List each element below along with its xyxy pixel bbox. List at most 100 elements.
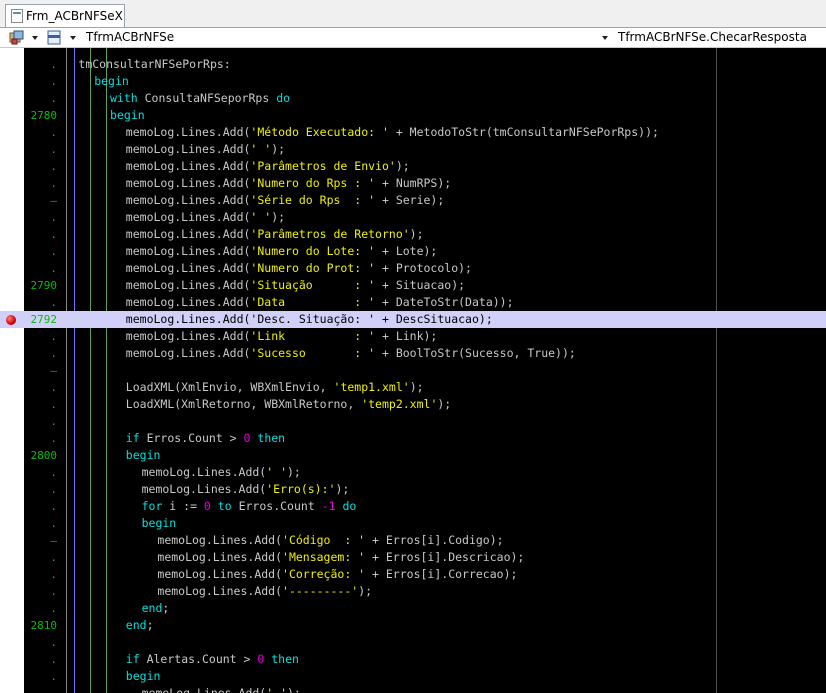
code-line[interactable]: . with ConsultaNFSeporRps do (0, 90, 826, 107)
code-text: begin (126, 447, 161, 464)
code-token: ); (287, 686, 301, 693)
code-token: 'Data : ' (250, 295, 376, 309)
code-token: do (342, 499, 357, 513)
code-token: ); (271, 210, 286, 224)
code-line[interactable]: . LoadXML(XmlRetorno, WBXmlRetorno, 'temp… (0, 396, 826, 413)
code-line[interactable]: . memoLog.Lines.Add('Numero do Prot: ' + … (0, 260, 826, 277)
line-number: – (50, 364, 57, 377)
line-number: . (50, 483, 57, 496)
code-token: memoLog.Lines.Add( (157, 533, 283, 547)
code-token: ); (287, 465, 301, 479)
method-selector[interactable]: TfrmACBrNFSe.ChecarResposta (618, 30, 807, 44)
code-line[interactable]: . memoLog.Lines.Add(' '); (0, 209, 826, 226)
code-line[interactable]: . memoLog.Lines.Add(' '); (0, 685, 826, 693)
code-line[interactable]: . memoLog.Lines.Add('Numero do Rps : ' + … (0, 175, 826, 192)
code-token: 'temp1.xml' (333, 380, 410, 394)
code-token: 'Numero do Rps : ' (250, 176, 376, 190)
code-token: ); (437, 397, 452, 411)
code-token: memoLog.Lines.Add( (125, 312, 251, 326)
code-token: -1 (321, 499, 336, 513)
code-line[interactable]: . begin (0, 668, 826, 685)
code-token: ' ' (250, 210, 272, 224)
code-token: ); (409, 380, 424, 394)
code-text: memoLog.Lines.Add('Erro(s):'); (142, 481, 350, 498)
code-line[interactable]: . (0, 634, 826, 651)
code-line[interactable]: . if Erros.Count > 0 then (0, 430, 826, 447)
code-line[interactable]: 2800 begin (0, 447, 826, 464)
code-line[interactable]: . if Alertas.Count > 0 then (0, 651, 826, 668)
code-token: + Protocolo); (375, 261, 472, 275)
line-number: . (50, 636, 57, 649)
code-line[interactable]: 2810 end; (0, 617, 826, 634)
code-token: memoLog.Lines.Add( (157, 567, 283, 581)
line-number: . (50, 245, 57, 258)
code-line[interactable]: . memoLog.Lines.Add('Sucesso : ' + BoolTo… (0, 345, 826, 362)
line-number: . (50, 211, 57, 224)
code-text: begin (142, 515, 177, 532)
breakpoint-icon[interactable] (6, 315, 16, 325)
code-line[interactable]: . memoLog.Lines.Add(' '); (0, 464, 826, 481)
code-token: memoLog.Lines.Add( (141, 686, 267, 693)
chevron-down-icon[interactable] (70, 36, 76, 40)
code-token: ; (146, 618, 154, 632)
code-token: memoLog.Lines.Add( (125, 278, 251, 292)
line-number: . (50, 432, 57, 445)
code-line[interactable]: . memoLog.Lines.Add('Método Executado: ' … (0, 124, 826, 141)
component-palette-icon[interactable] (9, 30, 25, 45)
code-line[interactable]: . memoLog.Lines.Add('Mensagem: ' + Erros[… (0, 549, 826, 566)
line-number: – (50, 194, 57, 207)
tab-frm-acbrnfsex[interactable]: Frm_ACBrNFSeX (5, 4, 125, 27)
code-line[interactable]: . memoLog.Lines.Add('Parâmetros de Retorn… (0, 226, 826, 243)
code-line[interactable]: . memoLog.Lines.Add('Correção: ' + Erros[… (0, 566, 826, 583)
code-line[interactable]: . end; (0, 600, 826, 617)
code-line[interactable]: 2790 memoLog.Lines.Add('Situação : ' + Si… (0, 277, 826, 294)
code-text: begin (126, 668, 161, 685)
code-line[interactable]: . (0, 413, 826, 430)
code-text: memoLog.Lines.Add('Numero do Prot: ' + P… (126, 260, 472, 277)
code-line[interactable]: . tmConsultarNFSePorRps: (0, 56, 826, 73)
code-line[interactable]: . begin (0, 73, 826, 90)
code-line[interactable]: . begin (0, 515, 826, 532)
code-token: 'Link : ' (250, 329, 376, 343)
code-line[interactable]: . memoLog.Lines.Add('---------'); (0, 583, 826, 600)
code-line[interactable]: – memoLog.Lines.Add('Série do Rps : ' + S… (0, 192, 826, 209)
code-line[interactable]: . memoLog.Lines.Add('Parâmetros de Envio'… (0, 158, 826, 175)
code-line[interactable]: . LoadXML(XmlEnvio, WBXmlEnvio, 'temp1.xm… (0, 379, 826, 396)
code-token: memoLog.Lines.Add( (125, 329, 251, 343)
line-number: . (50, 517, 57, 530)
code-token: LoadXML(XmlRetorno, WBXmlRetorno, (125, 397, 362, 411)
line-number: . (50, 602, 57, 615)
code-token: memoLog.Lines.Add( (157, 584, 283, 598)
code-text: memoLog.Lines.Add(' '); (126, 209, 285, 226)
code-text: memoLog.Lines.Add('Sucesso : ' + BoolToS… (126, 345, 576, 362)
code-token: + BoolToStr(Sucesso, True)); (375, 346, 576, 360)
code-line[interactable]: . memoLog.Lines.Add('Erro(s):'); (0, 481, 826, 498)
code-line[interactable]: – memoLog.Lines.Add('Código : ' + Erros[i… (0, 532, 826, 549)
code-token: 'Método Executado: ' (250, 125, 389, 139)
code-token: to (217, 499, 232, 513)
code-line[interactable]: . for i := 0 to Erros.Count -1 do (0, 498, 826, 515)
chevron-down-icon[interactable] (602, 36, 608, 40)
code-text: LoadXML(XmlRetorno, WBXmlRetorno, 'temp2… (126, 396, 451, 413)
code-token: ' ' (266, 465, 287, 479)
code-token: for (141, 499, 163, 513)
code-line[interactable]: . memoLog.Lines.Add('Numero do Lote: ' + … (0, 243, 826, 260)
line-number: . (50, 143, 57, 156)
chevron-down-icon[interactable] (32, 36, 38, 40)
code-token: end (141, 601, 163, 615)
code-editor[interactable]: . tmConsultarNFSePorRps:. begin. with Consu… (0, 48, 826, 693)
code-token: + Lote); (375, 244, 438, 258)
code-token: begin (110, 108, 145, 122)
line-number: . (50, 75, 57, 88)
code-token: ); (395, 159, 410, 173)
code-line[interactable]: 2792 memoLog.Lines.Add('Desc. Situação: '… (0, 311, 826, 328)
code-line[interactable]: 2780 begin (0, 107, 826, 124)
code-line[interactable]: . memoLog.Lines.Add(' '); (0, 141, 826, 158)
code-line[interactable]: – (0, 362, 826, 379)
code-text: memoLog.Lines.Add(' '); (142, 464, 301, 481)
code-line[interactable]: . memoLog.Lines.Add('Data : ' + DateToStr… (0, 294, 826, 311)
bookmark-icon[interactable] (46, 30, 62, 45)
class-selector[interactable]: TfrmACBrNFSe (86, 30, 174, 44)
code-line[interactable]: . memoLog.Lines.Add('Link : ' + Link); (0, 328, 826, 345)
code-token: begin (94, 74, 129, 88)
